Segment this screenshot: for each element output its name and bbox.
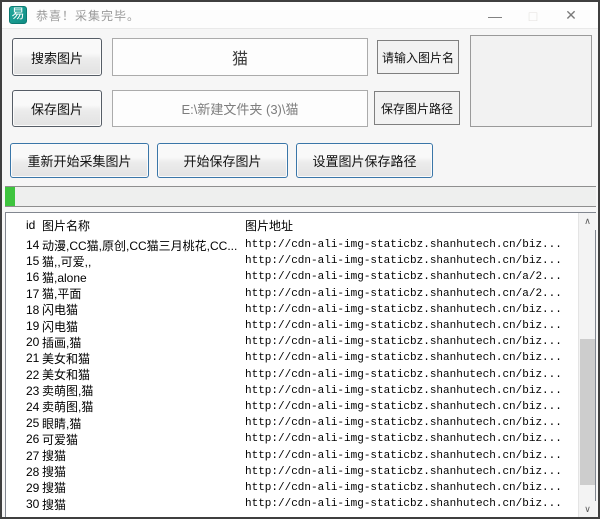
cell-id: 20: [26, 335, 40, 350]
results-listview: id 图片名称 图片地址 14 动漫,CC猫,原创,CC猫三月桃花,CC... ht…: [5, 212, 596, 517]
cell-name: 搜猫: [42, 465, 67, 480]
cell-name: 闪电猫: [42, 319, 79, 334]
cell-url: http://cdn-ali-img-staticbz.shanhutech.c…: [245, 336, 562, 349]
cell-url: http://cdn-ali-img-staticbz.shanhutech.c…: [245, 498, 562, 511]
restart-collect-button[interactable]: 重新开始采集图片: [10, 143, 149, 178]
table-body: 14 动漫,CC猫,原创,CC猫三月桃花,CC... http://cdn-ali-…: [6, 237, 578, 512]
image-preview-box: [470, 35, 592, 127]
cell-id: 25: [26, 416, 40, 431]
maximize-button: □: [528, 7, 538, 24]
table-row[interactable]: 30 搜猫 http://cdn-ali-img-staticbz.shanhute…: [6, 496, 578, 512]
cell-url: http://cdn-ali-img-staticbz.shanhutech.c…: [245, 400, 562, 413]
cell-id: 29: [26, 480, 40, 495]
table-row[interactable]: 27 搜猫 http://cdn-ali-img-staticbz.shanhute…: [6, 447, 578, 464]
table-row[interactable]: 18 闪电猫 http://cdn-ali-img-staticbz.shanhut…: [6, 302, 578, 318]
cell-name: 眼睛,猫: [42, 416, 82, 431]
table-row[interactable]: 17 猫,平面 http://cdn-ali-img-staticbz.shanhu…: [6, 286, 578, 302]
cell-id: 23: [26, 383, 40, 398]
cell-url: http://cdn-ali-img-staticbz.shanhutech.c…: [245, 449, 562, 462]
table-row[interactable]: 16 猫,alone http://cdn-ali-img-staticbz.sha…: [6, 269, 578, 285]
cell-id: 21: [26, 351, 40, 366]
cell-name: 可爱猫: [42, 432, 79, 447]
path-hint-label: 保存图片路径: [374, 91, 460, 125]
table-row[interactable]: 21 美女和猫 http://cdn-ali-img-staticbz.shanhu…: [6, 350, 578, 366]
minimize-button[interactable]: —: [476, 2, 514, 29]
table-row[interactable]: 25 眼睛,猫 http://cdn-ali-img-staticbz.shanhu…: [6, 415, 578, 431]
set-save-path-button[interactable]: 设置图片保存路径: [296, 143, 433, 178]
window-controls: — □ ✕: [476, 2, 590, 29]
cell-id: 17: [26, 286, 40, 301]
cell-url: http://cdn-ali-img-staticbz.shanhutech.c…: [245, 303, 562, 316]
cell-url: http://cdn-ali-img-staticbz.shanhutech.c…: [245, 320, 562, 333]
cell-id: 24: [26, 399, 40, 414]
vertical-scrollbar[interactable]: ∧ ∨: [578, 213, 596, 517]
header-url: 图片地址: [245, 218, 294, 233]
cell-url: http://cdn-ali-img-staticbz.shanhutech.c…: [245, 433, 562, 446]
cell-url: http://cdn-ali-img-staticbz.shanhutech.c…: [245, 271, 562, 284]
cell-id: 26: [26, 432, 40, 447]
close-button[interactable]: ✕: [552, 2, 590, 29]
cell-url: http://cdn-ali-img-staticbz.shanhutech.c…: [245, 287, 562, 300]
app-logo-icon: 易: [9, 6, 27, 24]
scrollbar-thumb[interactable]: [580, 339, 595, 485]
progress-bar: [5, 186, 596, 207]
table-row[interactable]: 22 美女和猫 http://cdn-ali-img-staticbz.shanhu…: [6, 367, 578, 383]
cell-id: 16: [26, 270, 40, 285]
cell-name: 美女和猫: [42, 368, 91, 383]
cell-name: 搜猫: [42, 497, 67, 512]
cell-name: 插画,猫: [42, 335, 82, 350]
start-save-button[interactable]: 开始保存图片: [157, 143, 288, 178]
cell-id: 22: [26, 367, 40, 382]
table-row[interactable]: 15 猫,,可爱,, http://cdn-ali-img-staticbz.sha…: [6, 253, 578, 269]
cell-url: http://cdn-ali-img-staticbz.shanhutech.c…: [245, 465, 562, 478]
table-row[interactable]: 20 插画,猫 http://cdn-ali-img-staticbz.shanhu…: [6, 334, 578, 350]
cell-url: http://cdn-ali-img-staticbz.shanhutech.c…: [245, 352, 562, 365]
header-id: id: [26, 218, 36, 232]
cell-id: 19: [26, 319, 40, 334]
cell-name: 猫,alone: [42, 270, 87, 285]
scroll-up-icon[interactable]: ∧: [579, 213, 596, 230]
cell-name: 闪电猫: [42, 303, 79, 318]
cell-name: 搜猫: [42, 481, 67, 496]
cell-name: 搜猫: [42, 449, 67, 464]
progress-fill: [5, 187, 16, 206]
cell-id: 14: [26, 238, 40, 253]
header-name: 图片名称: [42, 218, 91, 233]
cell-name: 美女和猫: [42, 351, 91, 366]
table-row[interactable]: 19 闪电猫 http://cdn-ali-img-staticbz.shanhut…: [6, 318, 578, 334]
table-row[interactable]: 24 卖萌图,猫 http://cdn-ali-img-staticbz.shanh…: [6, 399, 578, 415]
save-path-input[interactable]: [112, 90, 368, 127]
table-row[interactable]: 14 动漫,CC猫,原创,CC猫三月桃花,CC... http://cdn-ali-…: [6, 237, 578, 253]
cell-url: http://cdn-ali-img-staticbz.shanhutech.c…: [245, 384, 562, 397]
cell-id: 30: [26, 497, 40, 512]
cell-url: http://cdn-ali-img-staticbz.shanhutech.c…: [245, 417, 562, 430]
table-row[interactable]: 23 卖萌图,猫 http://cdn-ali-img-staticbz.shanh…: [6, 383, 578, 399]
cell-url: http://cdn-ali-img-staticbz.shanhutech.c…: [245, 255, 562, 268]
cell-name: 卖萌图,猫: [42, 384, 94, 399]
cell-id: 15: [26, 254, 40, 269]
table-row[interactable]: 26 可爱猫 http://cdn-ali-img-staticbz.shanhut…: [6, 431, 578, 447]
cell-id: 28: [26, 464, 40, 479]
cell-url: http://cdn-ali-img-staticbz.shanhutech.c…: [245, 481, 562, 494]
cell-name: 动漫,CC猫,原创,CC猫三月桃花,CC...: [42, 238, 238, 253]
cell-url: http://cdn-ali-img-staticbz.shanhutech.c…: [245, 368, 562, 381]
cell-id: 18: [26, 302, 40, 317]
app-window: 易 恭喜！采集完毕。 — □ ✕ 搜索图片 请输入图片名 保存图片 保存图片路径…: [0, 0, 600, 519]
cell-url: http://cdn-ali-img-staticbz.shanhutech.c…: [245, 239, 562, 252]
cell-name: 猫,,可爱,,: [42, 254, 92, 269]
title-bar: 易 恭喜！采集完毕。 — □ ✕: [2, 2, 598, 29]
keyword-hint-label: 请输入图片名: [377, 40, 459, 74]
keyword-input[interactable]: [112, 38, 368, 76]
search-images-button[interactable]: 搜索图片: [12, 38, 102, 76]
table-row[interactable]: 29 搜猫 http://cdn-ali-img-staticbz.shanhute…: [6, 480, 578, 496]
save-images-button[interactable]: 保存图片: [12, 90, 102, 127]
cell-id: 27: [26, 448, 40, 463]
table-header: id 图片名称 图片地址: [6, 213, 578, 237]
window-title: 恭喜！采集完毕。: [36, 8, 141, 23]
scroll-down-icon[interactable]: ∨: [579, 501, 596, 517]
cell-name: 卖萌图,猫: [42, 400, 94, 415]
table-row[interactable]: 28 搜猫 http://cdn-ali-img-staticbz.shanhute…: [6, 464, 578, 480]
cell-name: 猫,平面: [42, 287, 82, 302]
